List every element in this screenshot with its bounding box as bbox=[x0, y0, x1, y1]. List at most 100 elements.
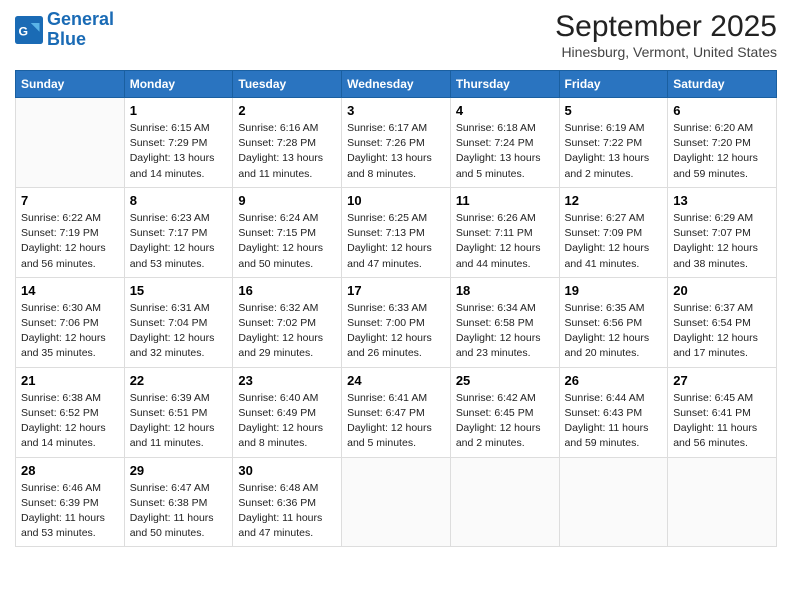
day-number: 14 bbox=[21, 283, 119, 298]
calendar-cell: 22 Sunrise: 6:39 AMSunset: 6:51 PMDayligh… bbox=[124, 367, 233, 457]
day-number: 3 bbox=[347, 103, 445, 118]
day-number: 29 bbox=[130, 463, 228, 478]
logo: G General Blue bbox=[15, 10, 114, 50]
weekday-header: Tuesday bbox=[233, 71, 342, 98]
calendar-cell: 14 Sunrise: 6:30 AMSunset: 7:06 PMDayligh… bbox=[16, 277, 125, 367]
weekday-header: Friday bbox=[559, 71, 668, 98]
calendar-cell bbox=[559, 457, 668, 547]
calendar-cell bbox=[16, 98, 125, 188]
day-info: Sunrise: 6:19 AMSunset: 7:22 PMDaylight:… bbox=[565, 121, 663, 182]
logo-icon: G bbox=[15, 16, 43, 44]
page-header: G General Blue September 2025 Hinesburg,… bbox=[15, 10, 777, 60]
calendar-cell: 10Sunrise: 6:25 AMSunset: 7:13 PMDayligh… bbox=[342, 187, 451, 277]
day-number: 12 bbox=[565, 193, 663, 208]
calendar-cell: 29 Sunrise: 6:47 AMSunset: 6:38 PMDayligh… bbox=[124, 457, 233, 547]
day-info: Sunrise: 6:27 AMSunset: 7:09 PMDaylight:… bbox=[565, 211, 663, 272]
calendar-cell bbox=[342, 457, 451, 547]
day-info: Sunrise: 6:17 AMSunset: 7:26 PMDaylight:… bbox=[347, 121, 445, 182]
day-info: Sunrise: 6:48 AMSunset: 6:36 PMDaylight:… bbox=[238, 481, 336, 542]
calendar-cell: 24Sunrise: 6:41 AMSunset: 6:47 PMDayligh… bbox=[342, 367, 451, 457]
day-number: 7 bbox=[21, 193, 119, 208]
day-number: 22 bbox=[130, 373, 228, 388]
calendar-week-row: 28 Sunrise: 6:46 AMSunset: 6:39 PMDayligh… bbox=[16, 457, 777, 547]
day-info: Sunrise: 6:46 AMSunset: 6:39 PMDaylight:… bbox=[21, 481, 119, 542]
day-info: Sunrise: 6:38 AMSunset: 6:52 PMDaylight:… bbox=[21, 391, 119, 452]
calendar-cell: 11Sunrise: 6:26 AMSunset: 7:11 PMDayligh… bbox=[450, 187, 559, 277]
weekday-header: Sunday bbox=[16, 71, 125, 98]
calendar-cell: 12 Sunrise: 6:27 AMSunset: 7:09 PMDayligh… bbox=[559, 187, 668, 277]
day-number: 15 bbox=[130, 283, 228, 298]
day-info: Sunrise: 6:44 AMSunset: 6:43 PMDaylight:… bbox=[565, 391, 663, 452]
calendar-cell: 15Sunrise: 6:31 AMSunset: 7:04 PMDayligh… bbox=[124, 277, 233, 367]
day-info: Sunrise: 6:45 AMSunset: 6:41 PMDaylight:… bbox=[673, 391, 771, 452]
day-number: 8 bbox=[130, 193, 228, 208]
day-info: Sunrise: 6:24 AMSunset: 7:15 PMDaylight:… bbox=[238, 211, 336, 272]
day-info: Sunrise: 6:26 AMSunset: 7:11 PMDaylight:… bbox=[456, 211, 554, 272]
calendar-week-row: 21Sunrise: 6:38 AMSunset: 6:52 PMDayligh… bbox=[16, 367, 777, 457]
weekday-header: Monday bbox=[124, 71, 233, 98]
day-info: Sunrise: 6:33 AMSunset: 7:00 PMDaylight:… bbox=[347, 301, 445, 362]
calendar-cell bbox=[668, 457, 777, 547]
day-number: 23 bbox=[238, 373, 336, 388]
day-info: Sunrise: 6:23 AMSunset: 7:17 PMDaylight:… bbox=[130, 211, 228, 272]
day-info: Sunrise: 6:40 AMSunset: 6:49 PMDaylight:… bbox=[238, 391, 336, 452]
calendar-cell: 4Sunrise: 6:18 AMSunset: 7:24 PMDaylight… bbox=[450, 98, 559, 188]
calendar-cell: 13 Sunrise: 6:29 AMSunset: 7:07 PMDayligh… bbox=[668, 187, 777, 277]
calendar-week-row: 7 Sunrise: 6:22 AMSunset: 7:19 PMDaylight… bbox=[16, 187, 777, 277]
day-number: 13 bbox=[673, 193, 771, 208]
calendar-cell: 8 Sunrise: 6:23 AMSunset: 7:17 PMDaylight… bbox=[124, 187, 233, 277]
calendar-cell: 3 Sunrise: 6:17 AMSunset: 7:26 PMDaylight… bbox=[342, 98, 451, 188]
day-number: 28 bbox=[21, 463, 119, 478]
day-number: 1 bbox=[130, 103, 228, 118]
calendar-cell: 7 Sunrise: 6:22 AMSunset: 7:19 PMDaylight… bbox=[16, 187, 125, 277]
title-block: September 2025 Hinesburg, Vermont, Unite… bbox=[555, 10, 777, 60]
day-number: 20 bbox=[673, 283, 771, 298]
day-number: 10 bbox=[347, 193, 445, 208]
day-info: Sunrise: 6:30 AMSunset: 7:06 PMDaylight:… bbox=[21, 301, 119, 362]
day-number: 25 bbox=[456, 373, 554, 388]
day-number: 2 bbox=[238, 103, 336, 118]
day-info: Sunrise: 6:47 AMSunset: 6:38 PMDaylight:… bbox=[130, 481, 228, 542]
day-info: Sunrise: 6:22 AMSunset: 7:19 PMDaylight:… bbox=[21, 211, 119, 272]
weekday-header: Saturday bbox=[668, 71, 777, 98]
day-number: 24 bbox=[347, 373, 445, 388]
day-info: Sunrise: 6:34 AMSunset: 6:58 PMDaylight:… bbox=[456, 301, 554, 362]
calendar-cell: 28 Sunrise: 6:46 AMSunset: 6:39 PMDayligh… bbox=[16, 457, 125, 547]
calendar-cell: 25 Sunrise: 6:42 AMSunset: 6:45 PMDayligh… bbox=[450, 367, 559, 457]
svg-text:G: G bbox=[19, 24, 29, 38]
calendar-cell: 23 Sunrise: 6:40 AMSunset: 6:49 PMDayligh… bbox=[233, 367, 342, 457]
day-number: 5 bbox=[565, 103, 663, 118]
day-info: Sunrise: 6:29 AMSunset: 7:07 PMDaylight:… bbox=[673, 211, 771, 272]
day-info: Sunrise: 6:35 AMSunset: 6:56 PMDaylight:… bbox=[565, 301, 663, 362]
calendar-cell bbox=[450, 457, 559, 547]
day-number: 30 bbox=[238, 463, 336, 478]
day-info: Sunrise: 6:15 AMSunset: 7:29 PMDaylight:… bbox=[130, 121, 228, 182]
day-number: 4 bbox=[456, 103, 554, 118]
day-number: 6 bbox=[673, 103, 771, 118]
day-info: Sunrise: 6:32 AMSunset: 7:02 PMDaylight:… bbox=[238, 301, 336, 362]
day-number: 18 bbox=[456, 283, 554, 298]
day-info: Sunrise: 6:39 AMSunset: 6:51 PMDaylight:… bbox=[130, 391, 228, 452]
calendar-cell: 17 Sunrise: 6:33 AMSunset: 7:00 PMDayligh… bbox=[342, 277, 451, 367]
calendar-cell: 18 Sunrise: 6:34 AMSunset: 6:58 PMDayligh… bbox=[450, 277, 559, 367]
calendar-cell: 20Sunrise: 6:37 AMSunset: 6:54 PMDayligh… bbox=[668, 277, 777, 367]
day-info: Sunrise: 6:20 AMSunset: 7:20 PMDaylight:… bbox=[673, 121, 771, 182]
day-number: 27 bbox=[673, 373, 771, 388]
calendar-cell: 30 Sunrise: 6:48 AMSunset: 6:36 PMDayligh… bbox=[233, 457, 342, 547]
day-number: 9 bbox=[238, 193, 336, 208]
calendar-week-row: 1 Sunrise: 6:15 AMSunset: 7:29 PMDaylight… bbox=[16, 98, 777, 188]
calendar-cell: 2Sunrise: 6:16 AMSunset: 7:28 PMDaylight… bbox=[233, 98, 342, 188]
weekday-header-row: SundayMondayTuesdayWednesdayThursdayFrid… bbox=[16, 71, 777, 98]
calendar-cell: 21Sunrise: 6:38 AMSunset: 6:52 PMDayligh… bbox=[16, 367, 125, 457]
day-info: Sunrise: 6:42 AMSunset: 6:45 PMDaylight:… bbox=[456, 391, 554, 452]
calendar-cell: 16 Sunrise: 6:32 AMSunset: 7:02 PMDayligh… bbox=[233, 277, 342, 367]
calendar-cell: 27 Sunrise: 6:45 AMSunset: 6:41 PMDayligh… bbox=[668, 367, 777, 457]
day-number: 17 bbox=[347, 283, 445, 298]
calendar-cell: 19 Sunrise: 6:35 AMSunset: 6:56 PMDayligh… bbox=[559, 277, 668, 367]
calendar-week-row: 14 Sunrise: 6:30 AMSunset: 7:06 PMDayligh… bbox=[16, 277, 777, 367]
weekday-header: Thursday bbox=[450, 71, 559, 98]
logo-text: General Blue bbox=[47, 10, 114, 50]
day-number: 16 bbox=[238, 283, 336, 298]
weekday-header: Wednesday bbox=[342, 71, 451, 98]
day-number: 19 bbox=[565, 283, 663, 298]
